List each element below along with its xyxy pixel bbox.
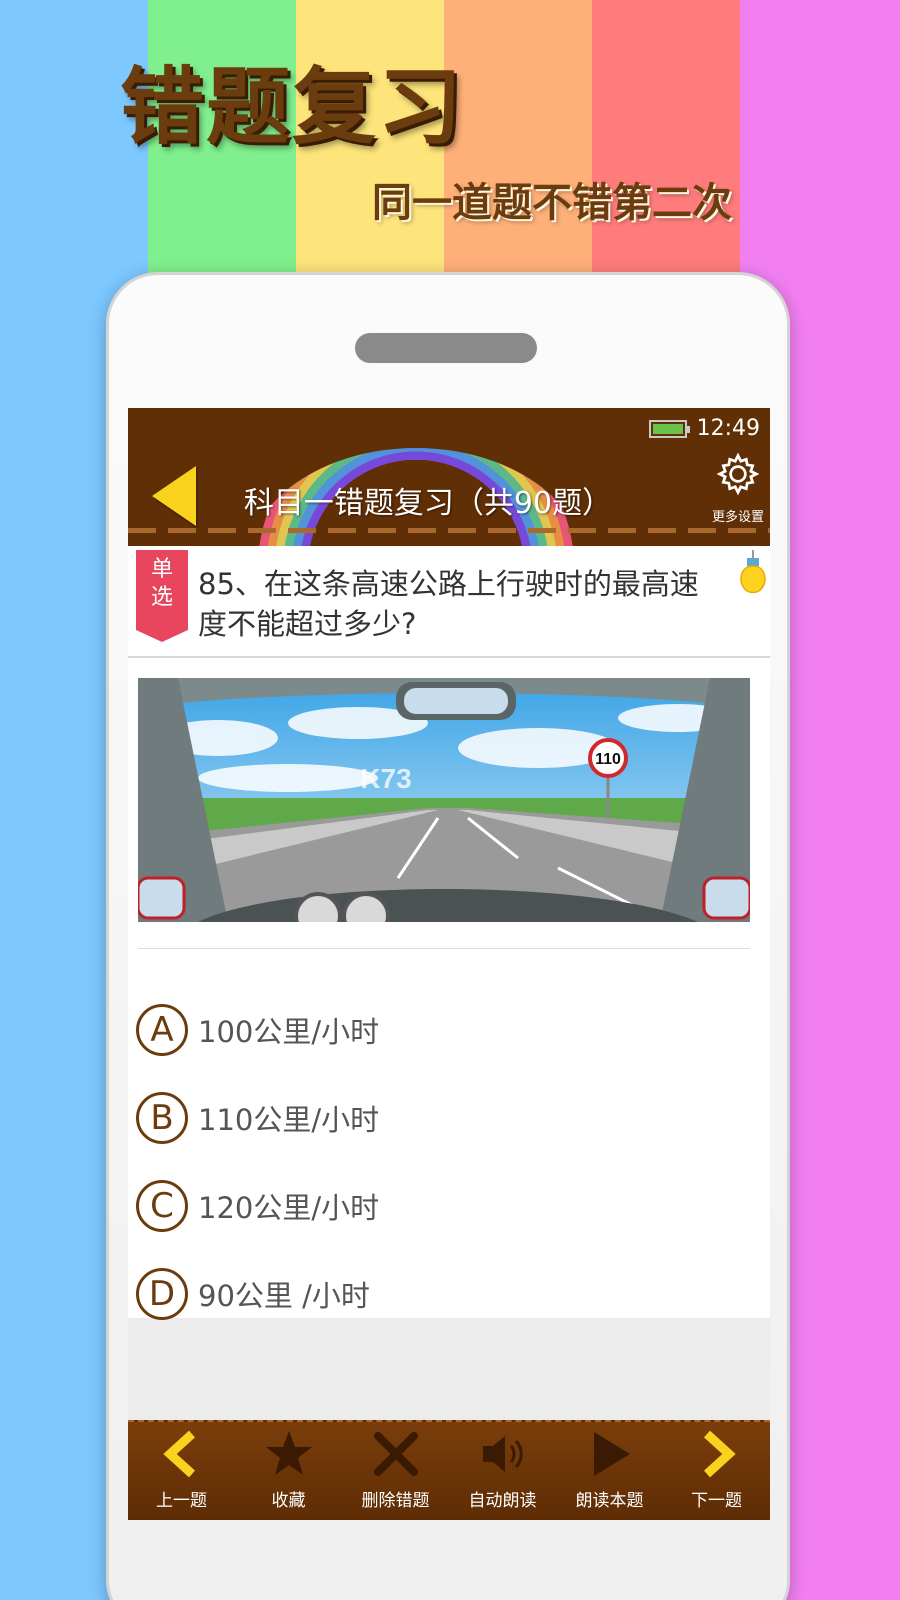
app-screen: 12:49 科目一错题复习（共90题） 更多设置 单选 85、在这条高速公路上行…: [128, 408, 770, 1520]
chevron-left-icon: [162, 1430, 195, 1478]
star-icon: [265, 1431, 312, 1475]
option-c[interactable]: C 120公里/小时: [128, 1162, 770, 1250]
option-letter: A: [136, 1004, 188, 1056]
option-text: 100公里/小时: [198, 1015, 380, 1049]
delete-label: 删除错题: [361, 1491, 430, 1511]
option-letter: D: [136, 1268, 188, 1320]
close-icon: [373, 1432, 418, 1476]
back-arrow-icon[interactable]: [152, 466, 196, 526]
favorite-button[interactable]: 收藏: [235, 1422, 342, 1520]
app-header: 12:49 科目一错题复习（共90题） 更多设置: [128, 408, 770, 546]
question-text: 85、在这条高速公路上行驶时的最高速度不能超过多少?: [198, 567, 699, 641]
option-letter: C: [136, 1180, 188, 1232]
status-time: 12:49: [696, 416, 760, 441]
prev-label: 上一题: [156, 1491, 207, 1511]
chevron-right-icon: [703, 1430, 736, 1478]
gear-icon: [716, 452, 760, 496]
option-text: 110公里/小时: [198, 1103, 380, 1137]
auto-read-label: 自动朗读: [468, 1491, 537, 1511]
question-image: 110 K73: [138, 678, 750, 922]
page-title: 科目一错题复习（共90题）: [243, 486, 613, 521]
read-this-label: 朗读本题: [575, 1491, 644, 1511]
favorite-label: 收藏: [271, 1491, 306, 1511]
speaker-icon: [482, 1436, 523, 1472]
settings-button[interactable]: 更多设置: [708, 452, 768, 525]
question-type-badge: 单选: [136, 550, 188, 642]
option-a[interactable]: A 100公里/小时: [128, 986, 770, 1074]
speed-limit-sign: 110: [595, 751, 621, 768]
option-letter: B: [136, 1092, 188, 1144]
delete-wrong-button[interactable]: 删除错题: [342, 1422, 449, 1520]
next-label: 下一题: [691, 1491, 742, 1511]
divider: [128, 656, 770, 658]
option-text: 90公里 /小时: [198, 1279, 370, 1313]
promo-title: 错题复习: [120, 58, 465, 156]
phone-speaker: [355, 333, 537, 363]
road-scene-image: 110 K73: [138, 678, 750, 922]
auto-read-button[interactable]: 自动朗读: [449, 1422, 556, 1520]
option-text: 120公里/小时: [198, 1191, 380, 1225]
prev-question-button[interactable]: 上一题: [128, 1422, 235, 1520]
divider: [138, 948, 750, 949]
read-this-button[interactable]: 朗读本题: [556, 1422, 663, 1520]
watermark: K73: [360, 763, 411, 794]
answer-options: A 100公里/小时 B 110公里/小时 C 120公里/小时 D 90公里 …: [128, 986, 770, 1338]
battery-charging-icon: [648, 419, 690, 438]
question-panel: 单选 85、在这条高速公路上行驶时的最高速度不能超过多少? 110 K73 A …: [128, 546, 770, 1320]
bottom-toolbar: 上一题 收藏 删除错题 自动朗读 朗读本题 下一题: [128, 1420, 770, 1520]
play-icon: [593, 1432, 630, 1476]
promo-subtitle: 同一道题不错第二次: [372, 180, 732, 226]
next-question-button[interactable]: 下一题: [663, 1422, 770, 1520]
status-bar: 12:49: [648, 416, 760, 441]
option-d[interactable]: D 90公里 /小时: [128, 1250, 770, 1338]
lightbulb-icon[interactable]: [736, 550, 770, 600]
settings-label: 更多设置: [711, 510, 764, 525]
option-b[interactable]: B 110公里/小时: [128, 1074, 770, 1162]
dashed-divider: [128, 528, 770, 533]
